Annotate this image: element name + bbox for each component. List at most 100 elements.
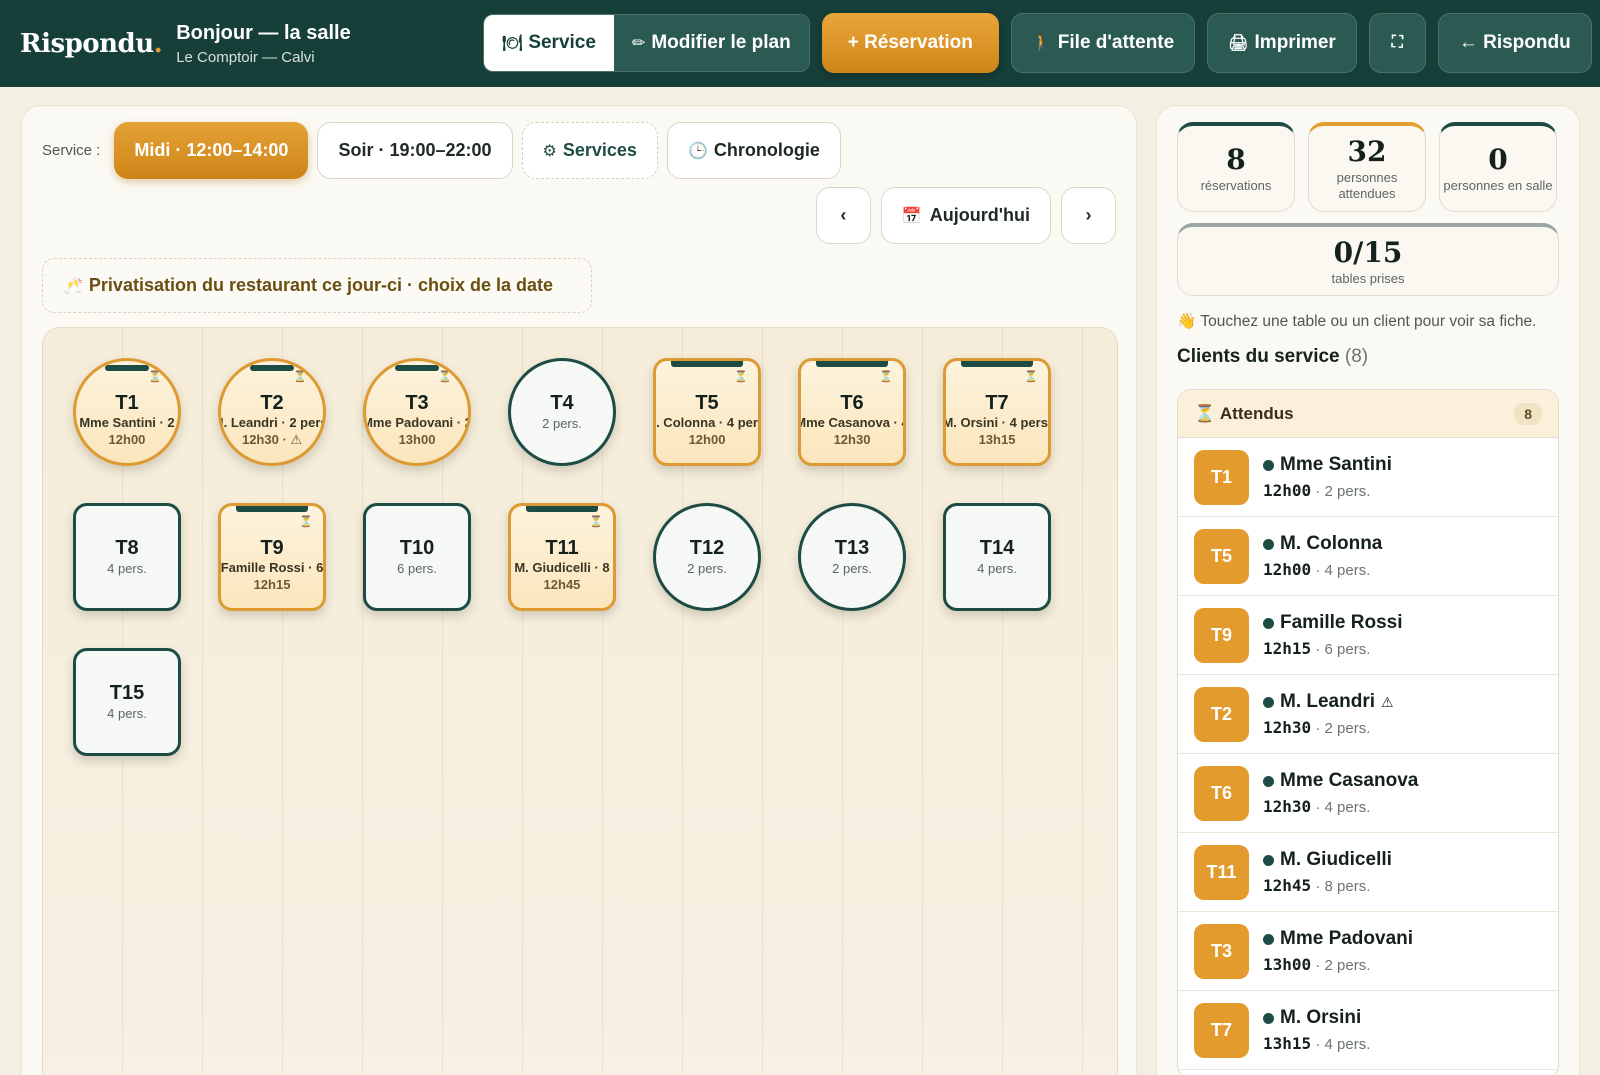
floor-plan: ⏳ T1 Mme Santini · 2 12h00 ⏳ T2 M. Leandri · 2…: [42, 327, 1118, 1075]
table-client: M. Leandri · 2 pers.: [218, 414, 326, 430]
table-t8[interactable]: T8 4 pers.: [73, 503, 181, 611]
table-seats: 4 pers.: [977, 561, 1017, 576]
table-name: T3: [405, 392, 429, 414]
client-row[interactable]: T2 M. Leandri ⚠ 12h30 · 2 pers.: [1178, 675, 1558, 754]
prev-day-button[interactable]: ‹: [815, 187, 871, 244]
table-status-bar: [671, 361, 743, 367]
client-name-row: M. Orsini: [1263, 1007, 1370, 1029]
client-name: M. Giudicelli: [1280, 849, 1392, 870]
hint-text: 👋 Touchez une table ou un client pour vo…: [1177, 313, 1537, 330]
client-row[interactable]: T7 M. Orsini 13h15 · 4 pers.: [1178, 991, 1558, 1070]
table-t4[interactable]: T4 2 pers.: [508, 358, 616, 466]
client-table-badge: T1: [1194, 449, 1249, 505]
printer-icon: 🖨: [1228, 35, 1249, 52]
table-booking: T1 Mme Santini · 2 12h00: [79, 393, 174, 447]
fullscreen-icon: ⛶: [1391, 34, 1403, 51]
client-row[interactable]: T3 Mme Padovani 13h00 · 2 pers.: [1178, 912, 1558, 991]
client-name: M. Colonna: [1280, 533, 1383, 554]
table-booking: T9 Famille Rossi · 6 12h15: [221, 538, 323, 592]
table-name: T1: [115, 392, 139, 414]
table-name: T2: [260, 391, 284, 414]
table-status-bar: [961, 361, 1033, 367]
table-name: T6: [840, 392, 864, 414]
client-name-row: Famille Rossi: [1263, 612, 1403, 634]
person-icon: 🚶: [1031, 35, 1052, 52]
status-dot: [1263, 696, 1274, 708]
table-t5[interactable]: ⏳ T5M. Colonna · 4 pers. 12h00: [653, 358, 761, 466]
table-booking: T6 Mme Casanova · 4 12h30: [801, 392, 903, 447]
client-info: M. Orsini 13h15 · 4 pers.: [1263, 1007, 1370, 1053]
client-row[interactable]: T1 Mme Santini 12h00 · 2 pers.: [1178, 438, 1558, 517]
table-status-bar: [105, 365, 149, 371]
app-logo[interactable]: Rispondu.: [20, 29, 163, 59]
table-t11[interactable]: ⏳ T11 M. Giudicelli · 8 12h45: [508, 503, 616, 611]
table-t1[interactable]: ⏳ T1 Mme Santini · 2 12h00: [73, 358, 181, 466]
back-to-rispondu-button[interactable]: ← Rispondu: [1437, 13, 1592, 73]
table-t14[interactable]: T14 4 pers.: [943, 503, 1051, 611]
client-people: 6 pers.: [1324, 641, 1371, 658]
hourglass-icon: ⏳: [879, 371, 893, 383]
separator: ·: [1311, 562, 1325, 579]
client-row[interactable]: T9 Famille Rossi 12h15 · 6 pers.: [1178, 596, 1558, 675]
client-meta: 12h30 · 2 pers.: [1263, 718, 1394, 737]
table-time: 13h15: [978, 432, 1016, 447]
fullscreen-button[interactable]: ⛶: [1368, 13, 1426, 73]
table-status-bar: [526, 506, 598, 512]
pencil-icon: ✏: [631, 35, 646, 52]
edit-plan-button[interactable]: ✏ Modifier le plan: [613, 15, 809, 71]
table-t12[interactable]: T12 2 pers.: [653, 503, 761, 611]
table-client: M. Orsini · 4 pers.: [943, 415, 1051, 430]
separator: ·: [1311, 878, 1325, 895]
client-list: T1 Mme Santini 12h00 · 2 pers. T5 M. Colonna…: [1178, 438, 1558, 1070]
table-time: 12h30: [833, 432, 871, 447]
table-name: T11: [545, 537, 579, 559]
status-dot: [1263, 775, 1274, 787]
client-people: 8 pers.: [1324, 878, 1371, 895]
table-t10[interactable]: T10 6 pers.: [363, 503, 471, 611]
clients-heading: Clients du service (8): [1177, 346, 1369, 367]
service-midi-button[interactable]: Midi · 12:00–14:00: [114, 122, 309, 179]
table-name: T4: [550, 392, 574, 414]
table-t9[interactable]: ⏳ T9 Famille Rossi · 6 12h15: [218, 503, 326, 611]
client-info: M. Leandri ⚠ 12h30 · 2 pers.: [1263, 691, 1394, 737]
service-soir-button[interactable]: Soir · 19:00–22:00: [317, 122, 513, 179]
client-meta: 12h30 · 4 pers.: [1263, 797, 1418, 816]
client-name: Mme Casanova: [1280, 770, 1419, 791]
expected-group-header[interactable]: ⏳ Attendus 8: [1178, 390, 1558, 438]
waitlist-button[interactable]: 🚶 File d'attente: [1010, 13, 1196, 73]
table-name: T7: [985, 392, 1009, 414]
next-day-button[interactable]: ›: [1061, 187, 1116, 244]
warning-icon: ⚠: [1381, 693, 1394, 710]
table-seats: 2 pers.: [542, 416, 582, 431]
privatisation-button[interactable]: 🥂 Privatisation du restaurant ce jour-ci…: [42, 258, 592, 313]
print-button[interactable]: 🖨 Imprimer: [1207, 13, 1357, 73]
today-button[interactable]: 📅 Aujourd'hui: [880, 187, 1051, 244]
client-row[interactable]: T6 Mme Casanova 12h30 · 4 pers.: [1178, 754, 1558, 833]
table-t13[interactable]: T13 2 pers.: [798, 503, 906, 611]
client-info: Mme Padovani 13h00 · 2 pers.: [1263, 928, 1413, 974]
table-t15[interactable]: T15 4 pers.: [73, 648, 181, 756]
table-t2[interactable]: ⏳ T2 M. Leandri · 2 pers. 12h30 · ⚠: [218, 358, 326, 466]
service-mode-button[interactable]: 🍽 Service: [484, 15, 614, 71]
table-status-bar: [250, 365, 294, 371]
table-t3[interactable]: ⏳ T3 Mme Padovani · 2 13h00: [363, 358, 471, 466]
client-row[interactable]: T11 M. Giudicelli 12h45 · 8 pers.: [1178, 833, 1558, 912]
stat-expected-people: 32 personnes attendues: [1308, 122, 1426, 212]
client-info: Famille Rossi 12h15 · 6 pers.: [1263, 612, 1403, 658]
separator: ·: [1311, 483, 1325, 500]
hourglass-icon: ⏳: [299, 516, 313, 528]
table-t6[interactable]: ⏳ T6 Mme Casanova · 4 12h30: [798, 358, 906, 466]
table-status-bar: [236, 506, 308, 512]
timeline-button[interactable]: 🕒 Chronologie: [666, 122, 841, 179]
client-table-badge: T11: [1194, 844, 1249, 900]
table-t7[interactable]: ⏳ T7 M. Orsini · 4 pers. 13h15: [943, 358, 1051, 466]
new-reservation-button[interactable]: + Réservation: [821, 13, 999, 73]
client-name: Mme Santini: [1280, 454, 1392, 475]
client-people: 2 pers.: [1324, 957, 1371, 974]
client-meta: 13h00 · 2 pers.: [1263, 955, 1413, 974]
manage-services-button[interactable]: ⚙ Services: [521, 122, 658, 179]
hourglass-icon: ⏳: [1024, 371, 1038, 383]
client-info: Mme Santini 12h00 · 2 pers.: [1263, 454, 1392, 500]
table-booking: T7 M. Orsini · 4 pers. 13h15: [943, 392, 1051, 447]
client-row[interactable]: T5 M. Colonna 12h00 · 4 pers.: [1178, 517, 1558, 596]
